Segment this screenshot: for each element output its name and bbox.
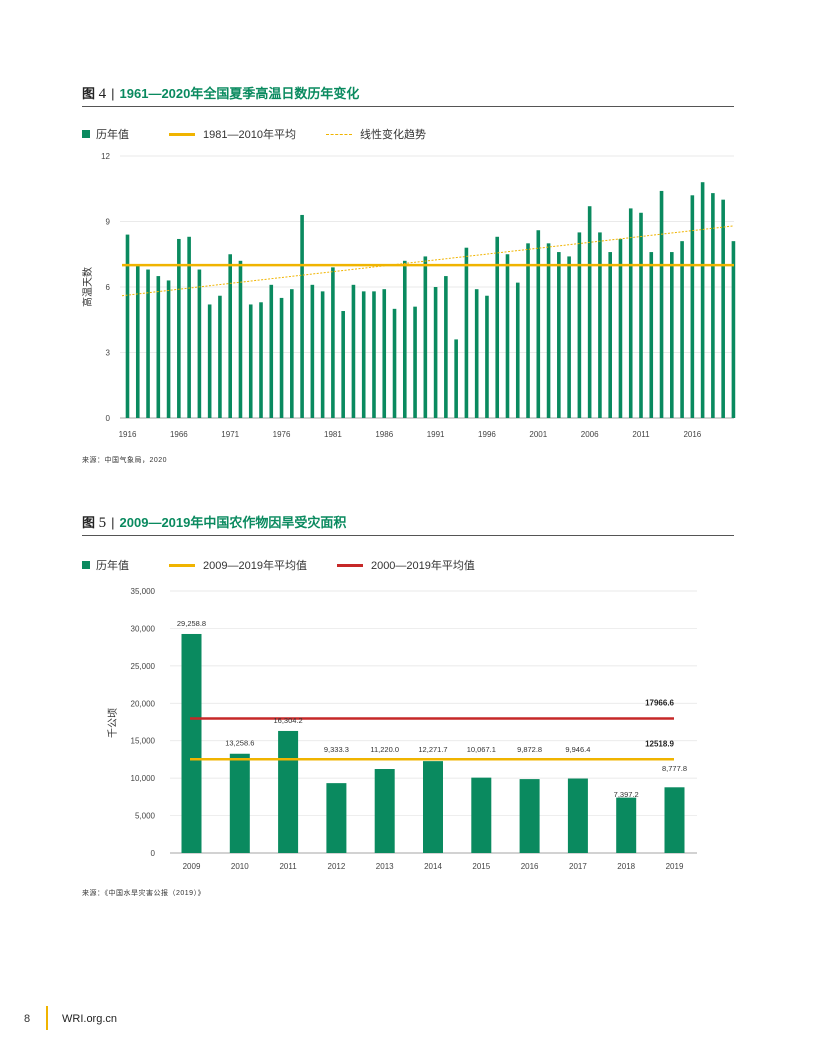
x-tick-label: 2011 (279, 862, 297, 871)
bar (326, 783, 347, 853)
y-tick-label: 20,000 (131, 699, 156, 708)
y-tick-label: 0 (151, 849, 156, 858)
x-tick-label: 2014 (424, 862, 442, 871)
bar (616, 797, 637, 853)
y-tick-label: 15,000 (131, 737, 156, 746)
avg-2009-2019-label: 12518.9 (645, 739, 674, 748)
y-tick-label: 35,000 (131, 587, 156, 596)
bar (519, 779, 540, 853)
data-label: 9,872.8 (517, 745, 542, 754)
footer-url-link[interactable]: WRI.org.cn (62, 1013, 117, 1025)
figure-5-chart: 0 5,000 10,000 15,000 20,000 25,000 30,000 35,0… (107, 587, 697, 871)
data-label: 8,777.8 (662, 764, 687, 773)
bar (471, 777, 492, 853)
data-label: 12,271.7 (418, 745, 447, 754)
data-label: 10,067.1 (467, 745, 496, 754)
bar (664, 787, 685, 853)
x-tick-label: 2016 (521, 862, 539, 871)
data-label: 9,333.3 (324, 745, 349, 754)
data-label: 16,304.2 (273, 716, 302, 725)
bar (423, 761, 443, 853)
x-tick-label: 2017 (569, 862, 587, 871)
bar (278, 730, 299, 853)
page-number: 8 (24, 1013, 31, 1025)
data-label: 9,946.4 (565, 745, 590, 754)
data-label: 11,220.0 (370, 745, 399, 754)
y-tick-label: 10,000 (131, 774, 156, 783)
bar (229, 753, 250, 853)
x-tick-label: 2010 (231, 862, 249, 871)
y-tick-label: 5,000 (135, 812, 156, 821)
data-label: 29,258.8 (177, 619, 206, 628)
x-tick-label: 2012 (328, 862, 346, 871)
footer-divider (46, 1006, 48, 1030)
y-tick-label: 25,000 (131, 662, 156, 671)
data-label: 7,397.2 (614, 790, 639, 799)
x-tick-label: 2019 (666, 862, 684, 871)
data-label: 13,258.6 (225, 739, 254, 748)
x-tick-label: 2009 (183, 862, 201, 871)
figure-5-source: 来源：《中国水旱灾害公报（2019）》 (82, 890, 206, 897)
x-tick-label: 2013 (376, 862, 394, 871)
bar (181, 633, 202, 853)
x-tick-label: 2015 (472, 862, 490, 871)
bar (374, 769, 395, 853)
bar (567, 778, 588, 853)
avg-2000-2019-label: 17966.6 (645, 699, 674, 708)
y-axis-label: 千公顷 (107, 708, 119, 738)
x-tick-label: 2018 (617, 862, 635, 871)
y-tick-label: 30,000 (131, 624, 156, 633)
